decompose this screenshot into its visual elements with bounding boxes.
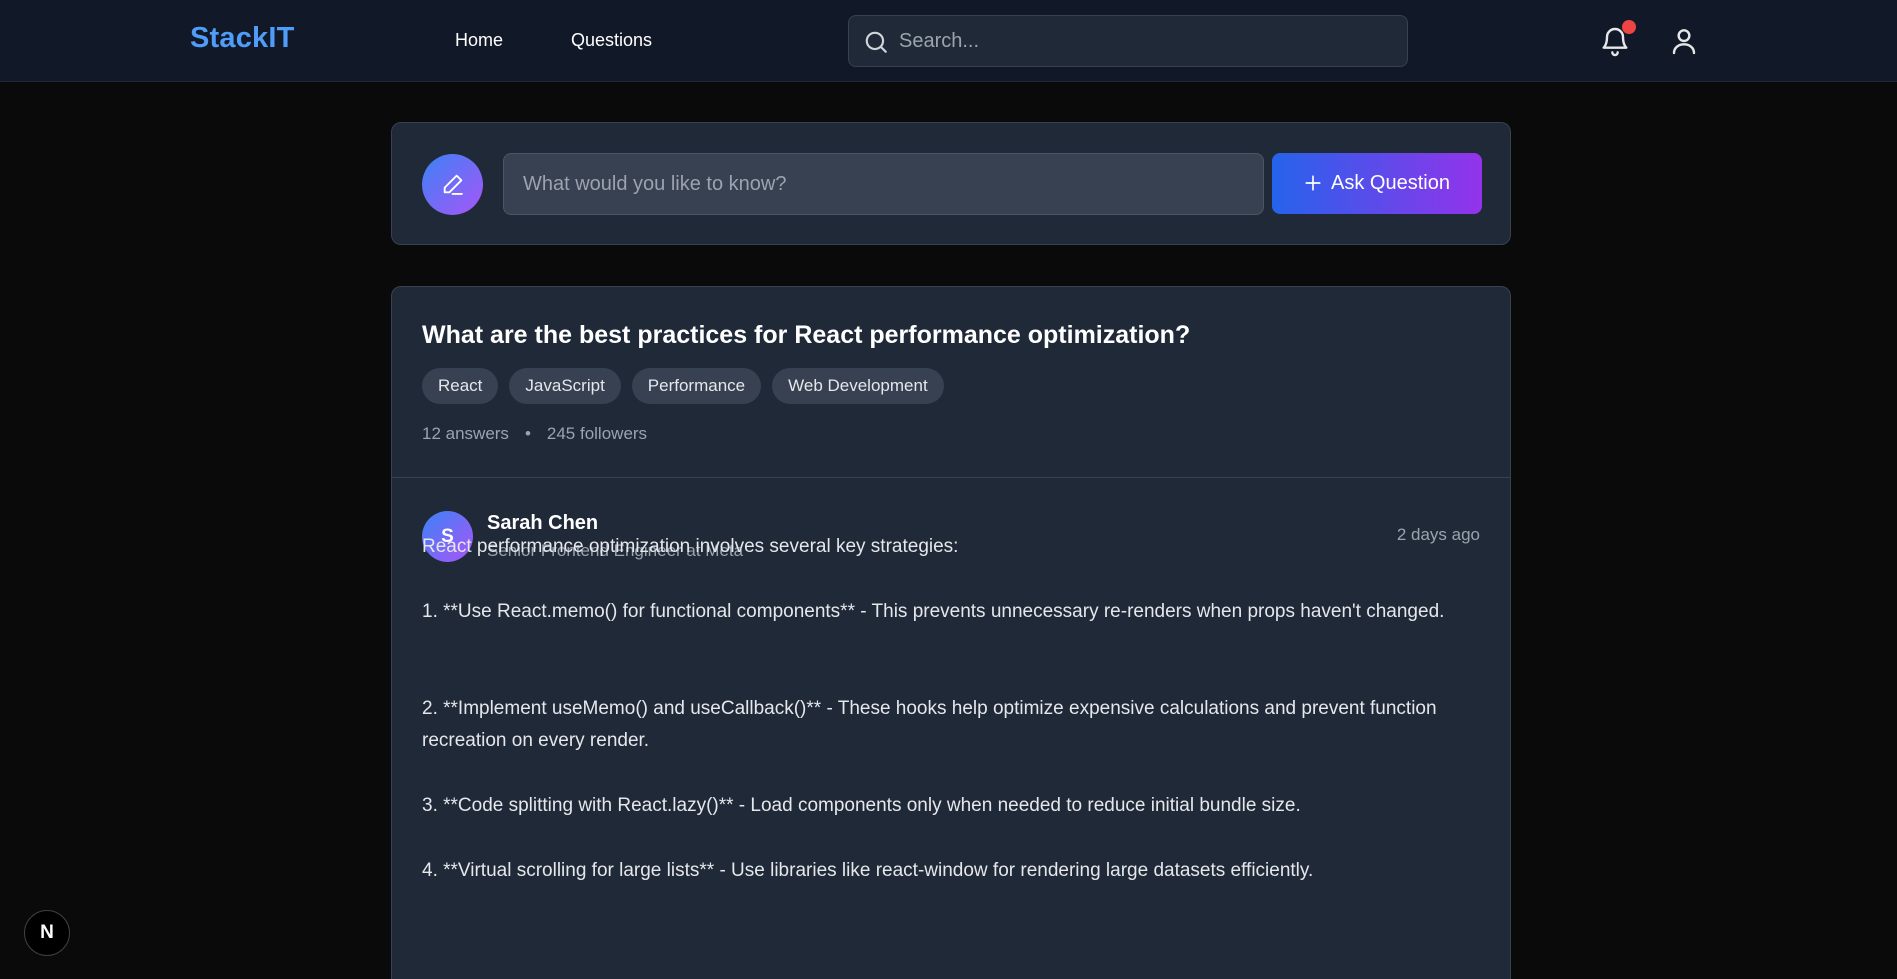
ask-avatar [422, 154, 483, 215]
ask-question-input[interactable] [503, 153, 1264, 215]
ask-question-card: Ask Question [391, 122, 1511, 245]
answer-paragraph: 4. **Virtual scrolling for large lists**… [422, 860, 1314, 881]
question-card: What are the best practices for React pe… [391, 286, 1511, 979]
answer-paragraph: 3. **Code splitting with React.lazy()** … [422, 795, 1301, 816]
search-input[interactable] [899, 16, 1399, 66]
brand-logo[interactable]: StackIT [190, 22, 295, 55]
stats-separator: • [524, 424, 531, 443]
nextjs-dev-badge[interactable]: N [24, 910, 70, 956]
tag-web-development[interactable]: Web Development [772, 368, 944, 404]
answer-paragraph: 1. **Use React.memo() for functional com… [422, 601, 1445, 622]
nav-link-questions[interactable]: Questions [571, 30, 652, 51]
answer-paragraph: 2. **Implement useMemo() and useCallback… [422, 698, 1437, 751]
question-stats: 12 answers • 245 followers [422, 424, 647, 444]
tag-react[interactable]: React [422, 368, 499, 404]
ask-question-button-label: Ask Question [1331, 172, 1450, 194]
tag-performance[interactable]: Performance [631, 368, 762, 404]
answer-paragraph: React performance optimization involves … [422, 536, 959, 557]
nav-link-home[interactable]: Home [455, 30, 503, 51]
tag-list: React JavaScript Performance Web Develop… [422, 368, 944, 404]
top-navbar: StackIT Home Questions [0, 0, 1897, 82]
notification-dot [1622, 20, 1636, 34]
answers-count: 12 answers [422, 424, 509, 443]
pencil-icon [443, 174, 463, 195]
plus-icon [1305, 175, 1321, 191]
tag-javascript[interactable]: JavaScript [509, 368, 621, 404]
ask-question-button[interactable]: Ask Question [1272, 153, 1482, 214]
question-title[interactable]: What are the best practices for React pe… [422, 321, 1190, 350]
followers-count: 245 followers [546, 424, 648, 443]
search-bar[interactable] [848, 15, 1408, 67]
divider [392, 477, 1510, 478]
user-icon[interactable] [1668, 25, 1700, 57]
search-icon [865, 31, 887, 53]
